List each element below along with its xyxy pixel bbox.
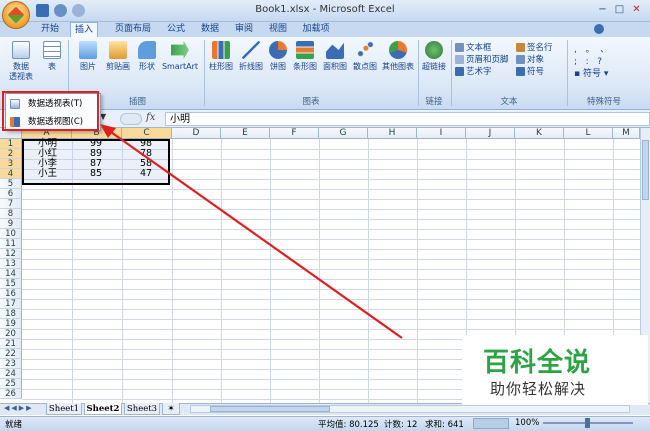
annotation-arrow bbox=[100, 124, 403, 339]
